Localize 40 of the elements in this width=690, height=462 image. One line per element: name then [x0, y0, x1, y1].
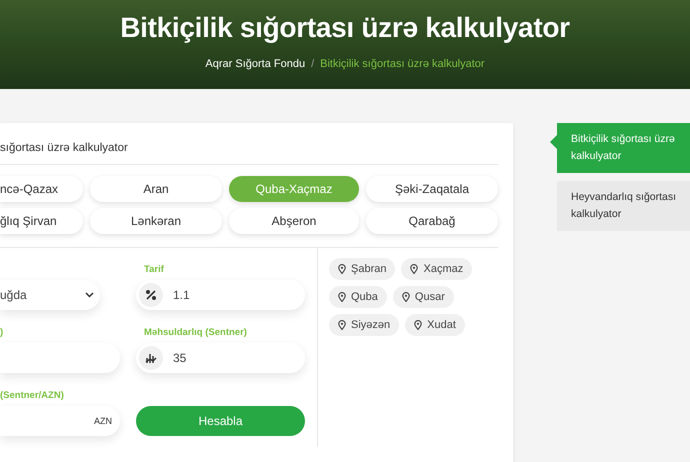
district-chip[interactable]: Şabran	[329, 258, 396, 280]
breadcrumb-link[interactable]: Aqrar Sığorta Fondu	[205, 58, 306, 70]
region-tab[interactable]: Qarabağ	[366, 208, 498, 234]
district-chip[interactable]: Quba	[329, 286, 387, 308]
chevron-icon	[85, 292, 94, 298]
pin-icon	[402, 292, 410, 302]
field-label: Məhsuldarlıq (Sentner)	[144, 326, 247, 338]
district-chip[interactable]: Qusar	[392, 286, 454, 308]
region-tab[interactable]: Aran	[90, 176, 222, 202]
pin-icon	[338, 292, 346, 302]
crop-select[interactable]: uğda	[0, 280, 100, 310]
region-tab[interactable]: Şəki-Zaqatala	[366, 176, 498, 202]
input-field[interactable]: 35	[136, 343, 305, 373]
select-value: uğda	[0, 288, 27, 302]
region-tab[interactable]: Lənkəran	[90, 208, 222, 234]
page-title: Bitkiçilik sığortası üzrə kalkulyator	[120, 12, 570, 44]
pin-icon	[410, 264, 418, 274]
region-tab[interactable]: ncə-Qazax	[0, 176, 83, 202]
field-label: )	[0, 326, 4, 338]
pin-icon	[338, 264, 346, 274]
input-value: 1.1	[173, 288, 190, 302]
pin-icon	[338, 320, 346, 330]
pin-icon	[414, 320, 422, 330]
district-chip[interactable]: Xaçmaz	[401, 258, 472, 280]
region-tab[interactable]: ğlıq Şirvan	[0, 208, 83, 234]
district-chip[interactable]: Siyəzən	[329, 314, 400, 336]
input-value: 35	[173, 351, 186, 365]
field-label: Tarif	[144, 264, 164, 274]
field-label: (Sentner/AZN)	[0, 390, 64, 400]
breadcrumb-link[interactable]: Bitkiçilik sığortası üzrə kalkulyator	[320, 58, 485, 70]
card-title: sığortası üzrə kalkulyator	[0, 141, 129, 156]
sidebar-item[interactable]: Heyvandarlıq sığortası kalkulyator	[557, 181, 690, 231]
breadcrumb-separator: /	[311, 58, 314, 70]
region-tab[interactable]: Abşeron	[229, 208, 359, 234]
district-chip[interactable]: Xudat	[405, 314, 465, 336]
percent-icon	[139, 283, 163, 307]
currency-suffix: AZN	[94, 416, 112, 426]
input-field[interactable]: 1.1	[136, 280, 305, 310]
chart-icon	[139, 346, 163, 370]
input-field[interactable]: AZN	[0, 406, 120, 436]
